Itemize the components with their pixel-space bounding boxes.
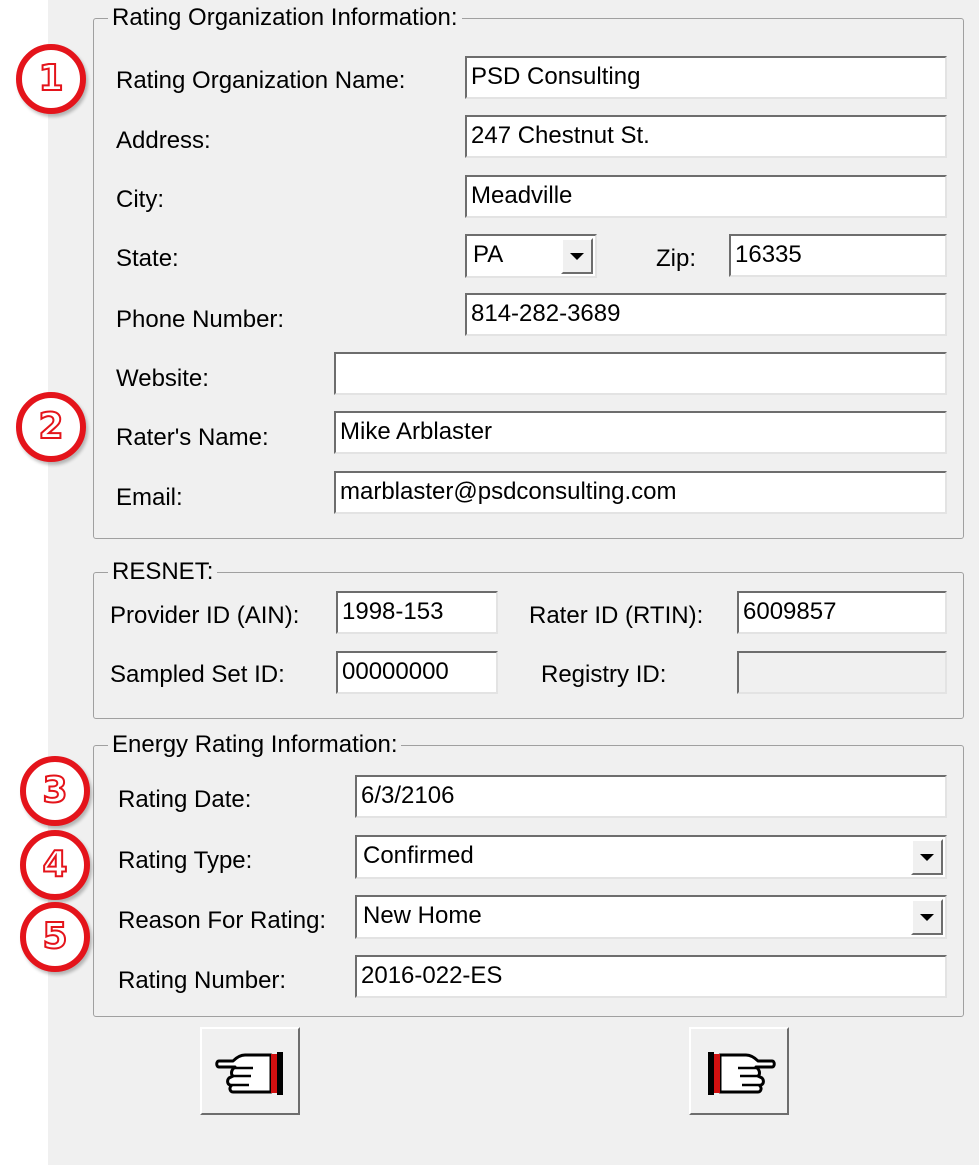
- org-name-field[interactable]: PSD Consulting: [465, 56, 947, 99]
- state-value: PA: [473, 241, 504, 268]
- callout-badge-5: 5: [20, 902, 90, 972]
- callout-badge-3: 3: [20, 756, 90, 826]
- rating-type-value: Confirmed: [363, 842, 474, 869]
- registry-id-label: Registry ID:: [541, 661, 667, 688]
- registry-id-field: [737, 651, 947, 694]
- reason-select[interactable]: New Home: [355, 895, 947, 939]
- email-label: Email:: [116, 484, 183, 511]
- rating-date-field[interactable]: 6/3/2106: [355, 775, 947, 818]
- rater-name-field[interactable]: Mike Arblaster: [334, 411, 947, 454]
- address-field[interactable]: 247 Chestnut St.: [465, 115, 947, 158]
- city-label: City:: [116, 186, 164, 213]
- hand-pointing-right-icon: [708, 1052, 776, 1095]
- badge-number: 2: [37, 406, 64, 448]
- reason-value: New Home: [363, 902, 482, 929]
- rating-number-field[interactable]: 2016-022-ES: [355, 955, 947, 998]
- state-select[interactable]: PA: [465, 234, 597, 278]
- email-field[interactable]: marblaster@psdconsulting.com: [334, 471, 947, 514]
- callout-badge-2: 2: [16, 392, 86, 462]
- chevron-down-icon[interactable]: [911, 899, 943, 935]
- rating-number-label: Rating Number:: [118, 967, 287, 994]
- chevron-down-icon[interactable]: [561, 238, 593, 274]
- badge-number: 3: [41, 770, 68, 812]
- rating-org-legend: Rating Organization Information:: [108, 5, 462, 31]
- state-label: State:: [116, 245, 179, 272]
- rating-type-label: Rating Type:: [118, 847, 253, 874]
- provider-id-field[interactable]: 1998-153: [336, 591, 498, 634]
- sampled-set-label: Sampled Set ID:: [110, 661, 285, 688]
- sampled-set-field[interactable]: 00000000: [336, 651, 498, 694]
- hand-pointing-left-icon: [215, 1052, 283, 1095]
- zip-label: Zip:: [656, 245, 697, 272]
- next-button[interactable]: [689, 1027, 789, 1115]
- website-label: Website:: [116, 365, 209, 392]
- rater-id-field[interactable]: 6009857: [737, 591, 947, 634]
- rater-id-label: Rater ID (RTIN):: [529, 602, 704, 629]
- org-name-label: Rating Organization Name:: [116, 67, 406, 94]
- provider-id-label: Provider ID (AIN):: [110, 602, 300, 629]
- city-field[interactable]: Meadville: [465, 175, 947, 218]
- reason-label: Reason For Rating:: [118, 907, 327, 934]
- badge-number: 4: [41, 844, 68, 886]
- back-button[interactable]: [200, 1027, 300, 1115]
- callout-badge-4: 4: [20, 830, 90, 900]
- chevron-down-icon[interactable]: [911, 839, 943, 875]
- zip-field[interactable]: 16335: [729, 234, 947, 277]
- phone-label: Phone Number:: [116, 306, 285, 333]
- badge-number: 1: [37, 58, 64, 100]
- badge-number: 5: [41, 916, 68, 958]
- rating-date-label: Rating Date:: [118, 786, 252, 813]
- callout-badge-1: 1: [16, 44, 86, 114]
- phone-field[interactable]: 814-282-3689: [465, 293, 947, 336]
- rater-name-label: Rater's Name:: [116, 424, 269, 451]
- address-label: Address:: [116, 127, 211, 154]
- rating-type-select[interactable]: Confirmed: [355, 835, 947, 879]
- website-field[interactable]: [334, 352, 947, 395]
- energy-legend: Energy Rating Information:: [108, 732, 402, 758]
- resnet-legend: RESNET:: [108, 559, 218, 585]
